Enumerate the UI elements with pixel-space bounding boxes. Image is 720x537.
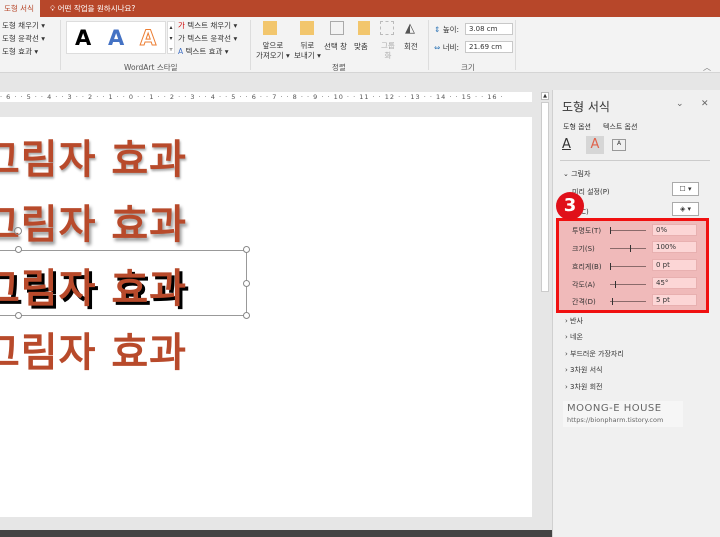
angle-slider[interactable] <box>610 281 646 288</box>
wordart-group-label: WordArt 스타일 <box>124 63 178 72</box>
width-input[interactable]: 21.69 cm <box>465 41 513 53</box>
transparency-label: 투명도(T) <box>572 227 602 235</box>
scroll-thumb[interactable] <box>541 102 549 292</box>
height-input[interactable]: 3.08 cm <box>465 23 513 35</box>
resize-handle[interactable] <box>15 246 22 253</box>
wordart-sample-orange[interactable]: A <box>139 26 156 51</box>
align-icon <box>358 21 370 35</box>
pane-title: 도형 서식 <box>562 100 610 114</box>
wordart-text-4[interactable]: 그림자 효과 <box>0 320 187 378</box>
angle-label: 각도(A) <box>572 281 596 289</box>
blur-slider[interactable] <box>610 263 646 270</box>
close-icon[interactable]: ✕ <box>701 99 709 109</box>
text-effects-icon: A <box>178 47 184 56</box>
pane-options-icon[interactable]: ⌄ <box>676 99 684 109</box>
selection-box[interactable] <box>0 250 247 316</box>
rotate-icon: ◭ <box>405 21 415 36</box>
size-label: 크기(S) <box>572 245 595 253</box>
section-glow[interactable]: › 네온 <box>565 332 583 342</box>
collapse-ribbon-icon[interactable]: ︿ <box>703 62 711 73</box>
transparency-input[interactable]: 0% <box>652 224 697 236</box>
send-backward-icon <box>300 21 314 35</box>
rotate-button[interactable]: 회전 <box>404 41 418 52</box>
width-icon: ⇔ <box>434 43 441 52</box>
section-reflection[interactable]: › 반사 <box>565 316 583 326</box>
color-dropdown[interactable]: ◈ ▾ <box>672 202 699 216</box>
scroll-up-button[interactable]: ▲ <box>541 92 549 100</box>
section-3d-rotation[interactable]: › 3차원 회전 <box>565 382 602 392</box>
distance-input[interactable]: 5 pt <box>652 294 697 306</box>
wordart-gallery[interactable]: A A A <box>66 21 166 54</box>
wordart-text-1[interactable]: 그림자 효과 <box>0 127 187 185</box>
slider-thumb[interactable] <box>629 245 631 252</box>
horizontal-ruler: · 6 · · 5 · · 4 · · 3 · · 2 · · 1 · · 0 … <box>0 92 532 102</box>
bring-forward-button[interactable]: 앞으로 가져오기 ▾ <box>256 41 290 61</box>
send-backward-button[interactable]: 뒤로 보내기 ▾ <box>294 41 321 61</box>
distance-label: 간격(D) <box>572 298 596 306</box>
rotate-handle[interactable] <box>14 227 22 235</box>
shape-effects-button[interactable]: 도형 효과 ▾ <box>2 46 38 57</box>
step-badge: 3 <box>556 192 584 220</box>
distance-slider[interactable] <box>610 298 646 305</box>
align-button[interactable]: 맞춤 <box>354 41 368 52</box>
section-shadow[interactable]: ⌄ 그림자 <box>563 169 590 179</box>
text-outline-icon: 가 <box>178 34 185 43</box>
gallery-scroll[interactable]: ▴ ▾ ▿ <box>167 21 175 54</box>
width-label: ⇔ 너비: <box>434 43 460 52</box>
size-input[interactable]: 100% <box>652 241 697 253</box>
wordart-sample-blue[interactable]: A <box>108 26 124 50</box>
height-label: ⇕ 높이: <box>434 25 460 34</box>
shape-fill-button[interactable]: 도형 채우기 ▾ <box>2 20 45 31</box>
slider-thumb[interactable] <box>610 227 611 234</box>
transparency-slider[interactable] <box>610 227 646 234</box>
tab-text-options[interactable]: 텍스트 옵션 <box>603 122 637 132</box>
size-slider[interactable] <box>610 245 646 252</box>
group-button[interactable]: 그룹 화 <box>381 41 395 61</box>
watermark: MOONG-E HOUSE https://bionpharm.tistory.… <box>563 401 683 427</box>
text-outline-button[interactable]: 가 텍스트 윤곽선 ▾ <box>178 33 237 44</box>
lightbulb-icon: 💡︎ <box>50 4 58 13</box>
height-icon: ⇕ <box>434 25 441 34</box>
slider-thumb[interactable] <box>610 263 611 270</box>
blur-input[interactable]: 0 pt <box>652 259 697 271</box>
selection-pane-button[interactable]: 선택 창 <box>324 41 347 52</box>
wordart-text-2[interactable]: 그림자 효과 <box>0 192 187 250</box>
format-shape-pane <box>552 90 720 537</box>
tell-me-search[interactable]: 💡︎ 어떤 작업을 원하시나요? <box>50 0 135 17</box>
resize-handle[interactable] <box>15 312 22 319</box>
wordart-sample-black[interactable]: A <box>75 26 91 50</box>
preset-dropdown[interactable]: ☐ ▾ <box>672 182 699 196</box>
text-fill-icon: 가 <box>178 21 185 30</box>
section-soft-edges[interactable]: › 부드러운 가장자리 <box>565 349 624 359</box>
tab-shape-options[interactable]: 도형 옵션 <box>563 122 591 132</box>
section-3d-format[interactable]: › 3차원 서식 <box>565 365 602 375</box>
size-group-label: 크기 <box>461 63 475 72</box>
text-effects-button[interactable]: A 텍스트 효과 ▾ <box>178 46 229 57</box>
textbox-icon[interactable]: A <box>612 139 626 151</box>
resize-handle[interactable] <box>243 280 250 287</box>
slider-thumb[interactable] <box>611 298 613 305</box>
vertical-scrollbar[interactable]: ▲ <box>540 92 550 517</box>
slide-canvas[interactable]: 그림자 효과 그림자 효과 그림자 효과 그림자 효과 <box>0 117 532 517</box>
text-effects-tab-icon[interactable]: A <box>586 136 604 154</box>
arrange-group-label: 정렬 <box>332 63 346 72</box>
tab-shape-format[interactable]: 도형 서식 <box>0 0 40 17</box>
blur-label: 흐리게(B) <box>572 263 602 271</box>
shape-outline-button[interactable]: 도형 윤곽선 ▾ <box>2 33 45 44</box>
angle-input[interactable]: 45° <box>652 277 697 289</box>
selection-pane-icon <box>330 21 344 35</box>
resize-handle[interactable] <box>243 312 250 319</box>
bring-forward-icon <box>263 21 277 35</box>
slider-thumb[interactable] <box>614 281 616 288</box>
text-fill-outline-icon[interactable]: A <box>562 137 571 152</box>
group-icon <box>380 21 394 35</box>
resize-handle[interactable] <box>243 246 250 253</box>
text-fill-button[interactable]: 가 텍스트 채우기 ▾ <box>178 20 237 31</box>
